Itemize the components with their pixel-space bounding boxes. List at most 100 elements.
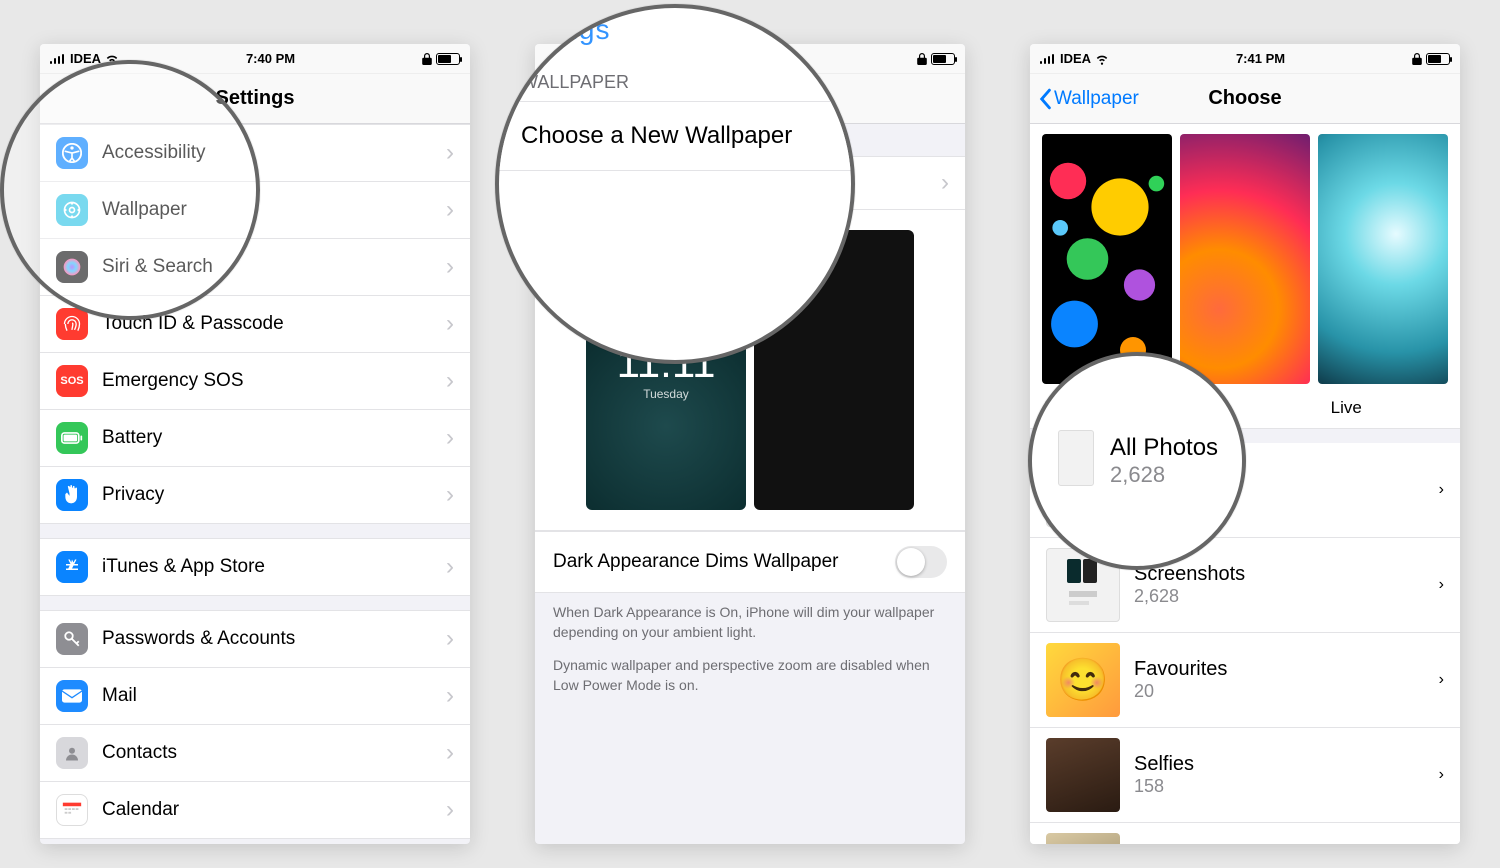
album-thumb xyxy=(1046,548,1120,622)
chevron-right-icon: › xyxy=(1439,576,1444,594)
battery-icon xyxy=(931,53,955,65)
chevron-right-icon: › xyxy=(446,739,454,767)
choose-wallpaper-row[interactable]: Choose a New Wallpaper › xyxy=(535,156,965,209)
footer-text-1: When Dark Appearance is On, iPhone will … xyxy=(535,593,965,652)
lockscreen-preview[interactable]: 11:11 Tuesday xyxy=(586,230,746,510)
chevron-right-icon: › xyxy=(446,196,454,224)
row-label: Accessibility xyxy=(102,142,446,164)
calendar-icon xyxy=(56,794,88,826)
chevron-right-icon: › xyxy=(446,625,454,653)
row-label: Contacts xyxy=(102,742,446,764)
wifi-icon xyxy=(1095,52,1109,66)
settings-row-privacy[interactable]: Privacy › xyxy=(40,466,470,524)
album-thumb: 😊 xyxy=(1046,643,1120,717)
category-stills[interactable] xyxy=(1180,134,1310,384)
settings-row-calendar[interactable]: Calendar › xyxy=(40,781,470,839)
album-name: All Photos xyxy=(1134,468,1425,491)
nav-title: Wallpaper xyxy=(703,87,798,110)
status-bar: IDEA 7:40 PM xyxy=(535,44,965,74)
touchid-icon xyxy=(56,308,88,340)
battery-icon xyxy=(1426,53,1450,65)
battery-icon-green xyxy=(56,422,88,454)
back-button[interactable]: Settings xyxy=(543,74,628,123)
appstore-icon xyxy=(56,551,88,583)
category-labels: Dynamic Stills Live xyxy=(1030,394,1460,429)
back-button[interactable]: Wallpaper xyxy=(1038,74,1139,123)
signal-icon xyxy=(50,54,66,64)
album-thumb xyxy=(1046,833,1120,844)
toggle-label: Dark Appearance Dims Wallpaper xyxy=(553,551,838,573)
key-icon xyxy=(56,623,88,655)
settings-row-accessibility[interactable]: Accessibility › xyxy=(40,124,470,181)
wifi-icon xyxy=(600,52,614,66)
rotation-lock-icon xyxy=(422,53,432,65)
category-dynamic[interactable] xyxy=(1042,134,1172,384)
wifi-icon xyxy=(105,52,119,66)
settings-row-siri[interactable]: Siri & Search › xyxy=(40,238,470,295)
chevron-right-icon: › xyxy=(446,553,454,581)
row-label: Calendar xyxy=(102,799,446,821)
settings-row-battery[interactable]: Battery › xyxy=(40,409,470,466)
rotation-lock-icon xyxy=(1412,53,1422,65)
wallpaper-icon xyxy=(56,194,88,226)
signal-icon xyxy=(545,54,561,64)
row-label: Siri & Search xyxy=(102,256,446,278)
settings-row-contacts[interactable]: Contacts › xyxy=(40,724,470,781)
mail-icon xyxy=(56,680,88,712)
back-label: Settings xyxy=(559,88,628,110)
dark-dims-switch[interactable] xyxy=(895,546,947,578)
clock: 7:40 PM xyxy=(741,51,790,66)
album-all-photos[interactable]: All Photos 2,628 › xyxy=(1030,443,1460,538)
status-bar: IDEA 7:41 PM xyxy=(1030,44,1460,74)
privacy-icon xyxy=(56,479,88,511)
row-label: iTunes & App Store xyxy=(102,556,446,578)
settings-row-passcode[interactable]: Touch ID & Passcode › xyxy=(40,295,470,352)
settings-row-sos[interactable]: SOS Emergency SOS › xyxy=(40,352,470,409)
chevron-right-icon: › xyxy=(446,796,454,824)
album-thumb xyxy=(1046,453,1120,527)
nav-bar: Settings xyxy=(40,74,470,124)
sos-icon: SOS xyxy=(56,365,88,397)
album-selfies[interactable]: Selfies 158 › xyxy=(1030,728,1460,823)
settings-row-appstore[interactable]: iTunes & App Store › xyxy=(40,538,470,596)
wallpaper-categories xyxy=(1030,124,1460,394)
cat-label: Stills xyxy=(1173,394,1316,428)
album-thumb xyxy=(1046,738,1120,812)
accessibility-icon xyxy=(56,137,88,169)
rotation-lock-icon xyxy=(917,53,927,65)
chevron-right-icon: › xyxy=(446,139,454,167)
nav-title: Choose xyxy=(1208,87,1281,110)
row-label: Battery xyxy=(102,427,446,449)
chevron-right-icon: › xyxy=(1439,481,1444,499)
settings-row-wallpaper[interactable]: Wallpaper › xyxy=(40,181,470,238)
clock: 7:41 PM xyxy=(1236,51,1285,66)
chevron-left-icon xyxy=(1038,88,1052,110)
carrier-label: IDEA xyxy=(1060,51,1091,66)
album-name: Favourites xyxy=(1134,658,1425,681)
chevron-right-icon: › xyxy=(446,253,454,281)
phone-settings: IDEA 7:40 PM Settings Accessibility › xyxy=(40,44,470,844)
album-screenshots[interactable]: Screenshots 2,628 › xyxy=(1030,538,1460,633)
row-label: Emergency SOS xyxy=(102,370,446,392)
clock: 7:40 PM xyxy=(246,51,295,66)
album-favourites[interactable]: 😊 Favourites 20 › xyxy=(1030,633,1460,728)
row-label: Touch ID & Passcode xyxy=(102,313,446,335)
lock-date: Tuesday xyxy=(617,387,716,401)
chevron-right-icon: › xyxy=(1439,766,1444,784)
homescreen-preview[interactable] xyxy=(754,230,914,510)
chevron-right-icon: › xyxy=(446,424,454,452)
signal-icon xyxy=(1040,54,1056,64)
chevron-right-icon: › xyxy=(446,481,454,509)
category-live[interactable] xyxy=(1318,134,1448,384)
carrier-label: IDEA xyxy=(70,51,101,66)
chevron-right-icon: › xyxy=(446,367,454,395)
section-header: WALLPAPER xyxy=(535,124,965,156)
album-live-photos[interactable]: Live Photos › xyxy=(1030,823,1460,844)
album-count: 20 xyxy=(1134,681,1425,702)
chevron-right-icon: › xyxy=(446,682,454,710)
row-label: Wallpaper xyxy=(102,199,446,221)
settings-row-mail[interactable]: Mail › xyxy=(40,667,470,724)
settings-row-passwords[interactable]: Passwords & Accounts › xyxy=(40,610,470,667)
row-label: Mail xyxy=(102,685,446,707)
chevron-right-icon: › xyxy=(941,169,949,197)
